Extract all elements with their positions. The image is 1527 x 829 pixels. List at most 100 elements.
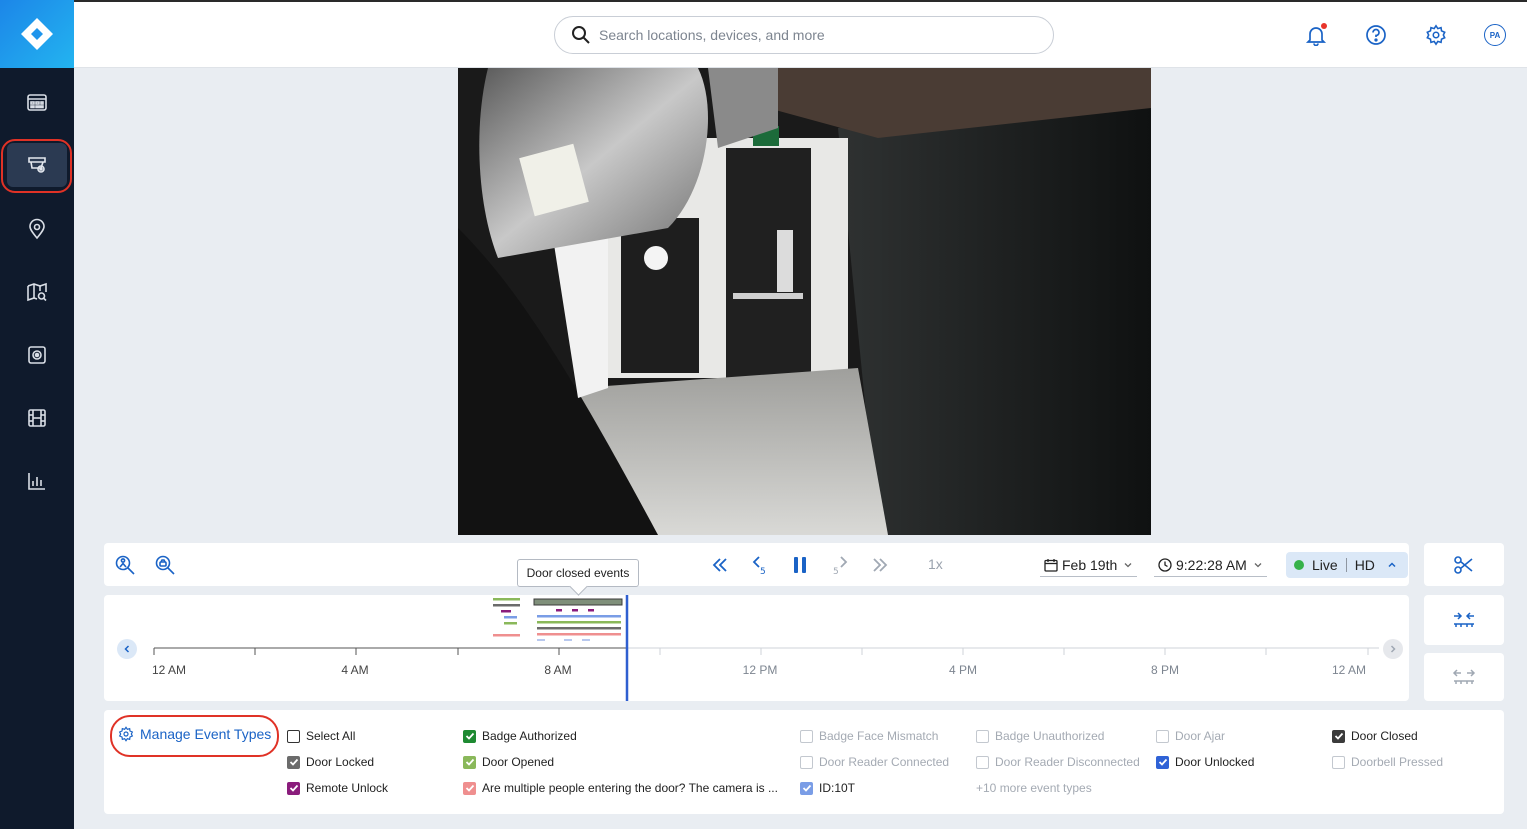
cameras-icon — [28, 157, 46, 173]
skip-back-button[interactable] — [708, 553, 732, 577]
checkbox[interactable] — [1332, 729, 1345, 743]
time-selector[interactable]: 9:22:28 AM — [1154, 553, 1267, 577]
event-type-label: Door Opened — [482, 755, 555, 769]
event-type-option[interactable]: Door Reader Disconnected — [976, 755, 1140, 769]
top-header: PA — [74, 0, 1527, 68]
notifications-button[interactable] — [1303, 22, 1329, 48]
checkbox[interactable] — [287, 781, 300, 795]
clip-button[interactable] — [1424, 543, 1504, 586]
analytics-icon — [28, 473, 45, 490]
live-label: Live — [1312, 557, 1338, 573]
event-type-option[interactable]: Select All — [287, 729, 355, 743]
sidebar-item-cameras[interactable] — [7, 143, 67, 187]
skip-forward-button[interactable] — [868, 553, 892, 577]
sidebar-item-video-archive[interactable] — [8, 395, 66, 441]
event-type-option[interactable]: Door Reader Connected — [800, 755, 949, 769]
checkbox[interactable] — [463, 781, 476, 795]
sidebar-item-locations[interactable] — [8, 206, 66, 252]
device-icon — [28, 346, 46, 364]
pause-button[interactable] — [788, 553, 812, 577]
manage-event-types-button[interactable]: Manage Event Types — [118, 726, 271, 742]
pause-icon — [794, 557, 806, 573]
checkbox[interactable] — [800, 755, 813, 769]
event-type-option[interactable]: Door Ajar — [1156, 729, 1225, 743]
search-bar[interactable] — [554, 16, 1054, 54]
map-search-icon — [27, 282, 47, 302]
app-logo[interactable] — [0, 0, 74, 68]
search-input[interactable] — [599, 27, 1019, 43]
timeline-label: 4 PM — [948, 663, 978, 677]
timeline-label: 12 AM — [151, 663, 187, 677]
event-type-option[interactable]: ID:10T — [800, 781, 855, 795]
vehicle-search-icon — [155, 555, 175, 575]
help-button[interactable] — [1363, 22, 1389, 48]
manage-event-types-label: Manage Event Types — [140, 726, 272, 742]
event-type-option[interactable]: Remote Unlock — [287, 781, 388, 795]
event-type-label: Door Unlocked — [1175, 755, 1255, 769]
video-archive-icon — [28, 409, 46, 427]
checkbox[interactable] — [800, 781, 813, 795]
event-type-option[interactable]: Door Unlocked — [1156, 755, 1254, 769]
event-type-option[interactable]: Door Closed — [1332, 729, 1418, 743]
person-search-button[interactable] — [113, 553, 137, 577]
logo-diamond-icon — [21, 18, 53, 50]
checkbox[interactable] — [463, 755, 476, 769]
event-type-option[interactable]: Badge Authorized — [463, 729, 577, 743]
date-value: Feb 19th — [1062, 556, 1118, 573]
chevron-left-icon — [124, 645, 130, 653]
checkbox[interactable] — [1156, 755, 1169, 769]
event-type-option[interactable]: Are multiple people entering the door? T… — [463, 781, 778, 795]
timeline-label: 8 AM — [544, 663, 572, 677]
timeline-next-button[interactable] — [1383, 639, 1403, 659]
zoom-in-timeline-button[interactable] — [1424, 595, 1504, 645]
divider — [1345, 558, 1347, 572]
event-type-option[interactable]: Doorbell Pressed — [1332, 755, 1443, 769]
zoom-out-timeline-button[interactable] — [1424, 653, 1504, 701]
timeline-track — [153, 595, 1379, 701]
locations-icon — [29, 218, 45, 240]
expand-timeline-icon — [1452, 669, 1476, 684]
sidebar-item-map[interactable] — [8, 269, 66, 315]
event-type-option[interactable]: Door Locked — [287, 755, 374, 769]
sidebar-item-dashboard[interactable] — [8, 80, 66, 126]
event-type-option[interactable]: Badge Unauthorized — [976, 729, 1104, 743]
checkbox[interactable] — [287, 755, 300, 769]
event-type-option[interactable]: Door Opened — [463, 755, 554, 769]
checkbox[interactable] — [1156, 729, 1169, 743]
camera-video-feed[interactable] — [458, 68, 1151, 535]
timeline[interactable]: 12 AM 4 AM 8 AM 12 PM 4 PM 8 PM 12 AM — [104, 595, 1409, 701]
event-type-option[interactable]: Badge Face Mismatch — [800, 729, 938, 743]
rewind-5-icon: 5 — [752, 556, 766, 575]
timeline-label: 12 AM — [1331, 663, 1367, 677]
event-type-label: Remote Unlock — [306, 781, 389, 795]
playback-speed[interactable]: 1x — [928, 556, 943, 572]
person-search-icon — [115, 555, 135, 575]
event-type-label: Select All — [306, 729, 356, 743]
live-quality-selector[interactable]: Live HD — [1286, 552, 1408, 578]
timeline-label: 4 AM — [341, 663, 369, 677]
event-type-label: Badge Authorized — [482, 729, 577, 743]
checkbox[interactable] — [1332, 755, 1345, 769]
forward-5s-button[interactable]: 5 — [828, 553, 852, 577]
sidebar-item-devices[interactable] — [8, 332, 66, 378]
event-markers[interactable] — [493, 598, 623, 641]
help-icon — [1366, 25, 1386, 45]
checkbox[interactable] — [463, 729, 476, 743]
sidebar-item-analytics[interactable] — [8, 458, 66, 504]
notification-dot — [1321, 23, 1327, 29]
user-avatar[interactable]: PA — [1484, 24, 1506, 46]
timeline-prev-button[interactable] — [117, 639, 137, 659]
vehicle-search-button[interactable] — [153, 553, 177, 577]
checkbox[interactable] — [976, 755, 989, 769]
event-type-label: Door Locked — [306, 755, 375, 769]
quality-label: HD — [1354, 557, 1375, 573]
checkbox[interactable] — [287, 729, 300, 743]
rewind-5s-button[interactable]: 5 — [748, 553, 772, 577]
date-selector[interactable]: Feb 19th — [1040, 553, 1138, 577]
sidebar — [0, 0, 74, 829]
camera-frame-image — [458, 68, 1151, 535]
settings-button[interactable] — [1423, 22, 1449, 48]
more-event-types-link[interactable]: +10 more event types — [976, 781, 1092, 795]
checkbox[interactable] — [976, 729, 989, 743]
checkbox[interactable] — [800, 729, 813, 743]
